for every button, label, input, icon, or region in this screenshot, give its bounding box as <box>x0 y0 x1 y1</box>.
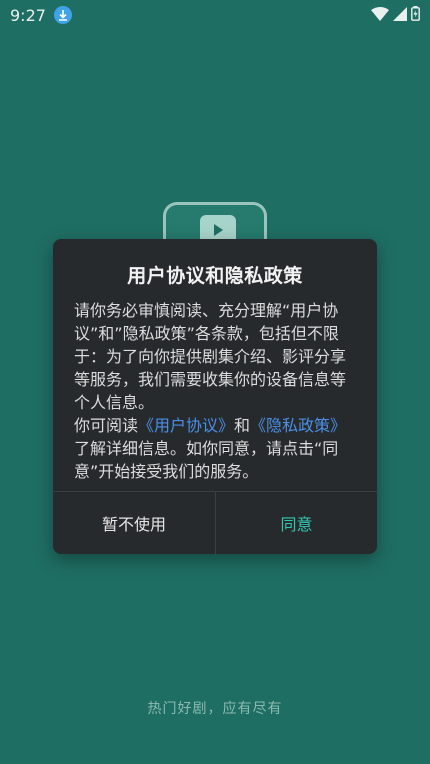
privacy-policy-link[interactable]: 《隐私政策》 <box>250 416 346 435</box>
decline-button[interactable]: 暂不使用 <box>53 492 215 554</box>
read-prefix: 你可阅读 <box>74 416 139 435</box>
privacy-dialog: 用户协议和隐私政策 请你务必审慎阅读、充分理解“用户协议”和”隐私政策”各条款，… <box>53 239 377 554</box>
agree-button[interactable]: 同意 <box>216 492 377 554</box>
signal-icon <box>393 6 407 25</box>
battery-icon <box>411 5 420 25</box>
dialog-body-links: 你可阅读《用户协议》和《隐私政策》了解详细信息。如你同意，请点击“同意”开始接受… <box>74 414 358 483</box>
dialog-body: 请你务必审慎阅读、充分理解“用户协议”和”隐私政策”各条款，包括但不限于：为了向… <box>74 299 358 483</box>
user-agreement-link[interactable]: 《用户协议》 <box>138 416 234 435</box>
slogan: 热门好剧，应有尽有 <box>147 701 283 717</box>
status-time: 9:27 <box>10 5 46 25</box>
download-icon <box>53 6 72 24</box>
dialog-body-intro: 请你务必审慎阅读、充分理解“用户协议”和”隐私政策”各条款，包括但不限于：为了向… <box>74 301 347 412</box>
status-bar: 9:27 <box>0 0 430 30</box>
dialog-title: 用户协议和隐私政策 <box>127 265 303 287</box>
wifi-icon <box>371 6 389 25</box>
and-text: 和 <box>234 416 251 435</box>
read-suffix: 了解详细信息。如你同意，请点击“同意”开始接受我们的服务。 <box>74 439 339 481</box>
app-screen: 9:27 用户协议和隐私政策 请你务必审慎阅读、充分理解“用户协议”和”隐私政策… <box>0 0 430 764</box>
status-icons <box>371 5 420 25</box>
